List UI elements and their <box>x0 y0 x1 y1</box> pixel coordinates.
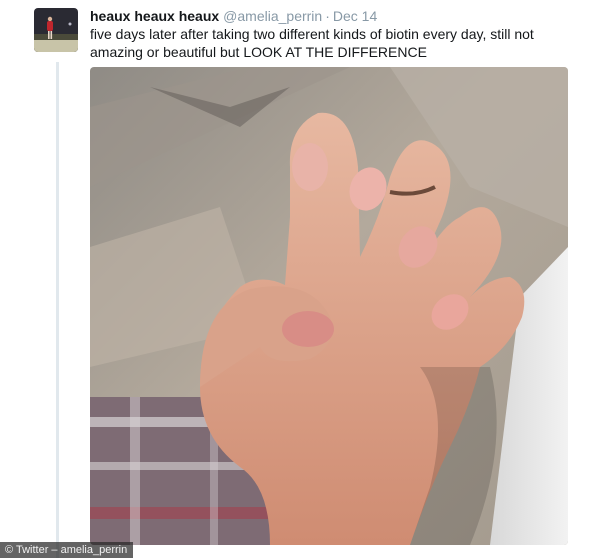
avatar[interactable] <box>34 8 78 52</box>
user-handle[interactable]: @amelia_perrin <box>223 8 322 24</box>
hand-nails-photo <box>90 67 568 545</box>
display-name[interactable]: heaux heaux heaux <box>90 8 219 24</box>
avatar-image <box>34 8 78 52</box>
photo-credit: © Twitter – amelia_perrin <box>0 542 134 558</box>
tweet-text: five days later after taking two differe… <box>90 26 534 60</box>
tweet-photo[interactable] <box>90 67 568 545</box>
thread-line <box>56 62 59 558</box>
header-separator: · <box>325 8 330 24</box>
tweet-header: heaux heaux heaux @amelia_perrin · Dec 14 <box>90 7 590 25</box>
tweet-date[interactable]: Dec 14 <box>333 8 377 24</box>
